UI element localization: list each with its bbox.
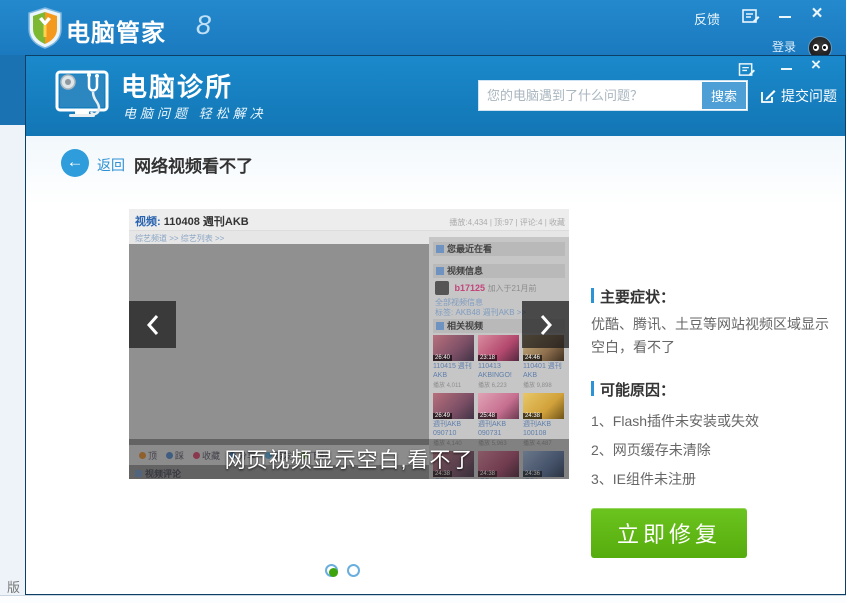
carousel-next-button[interactable] [522,301,569,348]
edit-icon [760,88,776,104]
symptoms-text: 优酷、腾讯、土豆等网站视频区域显示空白，看不了 [591,313,836,359]
screenshot-page-header: 视频: 110408 週刊AKB 播放:4,434 | 顶:97 | 评论:4 … [129,209,569,231]
carousel-pagination [325,564,360,577]
symptoms-heading: 主要症状： [591,286,675,307]
dialog-close-button[interactable]: × [806,56,826,74]
screenshot-info-bar: 视频信息 [433,264,565,278]
clinic-monitor-stethoscope-icon [51,66,113,126]
main-window-side-strip [0,55,25,125]
feedback-button[interactable]: 反馈 [694,9,720,28]
carousel-prev-button[interactable] [129,301,176,348]
app-root: 电脑管家 8 反馈 × 登录 版 [0,0,846,603]
back-arrow-icon: ← [67,152,84,171]
main-window-bottom-strip [0,595,846,603]
app-title: 电脑管家 [66,13,166,48]
report-icon[interactable] [742,8,760,24]
dialog-report-icon[interactable] [738,62,756,77]
main-titlebar: 电脑管家 8 反馈 × 登录 [0,0,846,55]
dialog-minimize-button[interactable] [776,58,796,74]
screenshot-tags: 标签: AKB48 週刊AKB >> [435,307,526,318]
clinic-subtitle: 电脑问题 轻松解决 [123,103,267,122]
causes-list: 1、Flash插件未安装或失效 2、网页缓存未清除 3、IE组件未注册 [591,407,759,494]
clinic-title: 电脑诊所 [121,67,233,104]
page-title: 网络视频看不了 [134,152,253,177]
screenshot-user: b17125 加入于21月前 [435,281,536,295]
pagination-dot-1[interactable] [325,564,338,577]
pc-clinic-dialog: 电脑诊所 电脑问题 轻松解决 搜索 提交问题 × [25,55,846,595]
close-button[interactable]: × [806,4,828,24]
search-button[interactable]: 搜索 [702,82,746,109]
back-button[interactable]: ← [61,149,89,177]
screenshot-video-title: 视频: 110408 週刊AKB [135,213,249,229]
dialog-header: 电脑诊所 电脑问题 轻松解决 搜索 提交问题 × [26,56,845,136]
caption-overlay: 网页视频显示空白,看不了 [129,439,569,479]
submit-question-label: 提交问题 [781,86,837,106]
app-title-version: 8 [196,10,211,41]
minimize-button[interactable] [774,6,796,24]
back-label[interactable]: 返回 [97,155,125,175]
cause-item: 3、IE组件未注册 [591,465,759,494]
video-thumb: 26:40110415 週刊AKB播放 4,011 [433,335,474,389]
causes-heading: 可能原因： [591,379,675,400]
chevron-left-icon [145,314,161,336]
fix-now-button[interactable]: 立即修复 [591,508,747,558]
chevron-right-icon [538,314,554,336]
cause-item: 2、网页缓存未清除 [591,436,759,465]
problem-screenshot-carousel: 视频: 110408 週刊AKB 播放:4,434 | 顶:97 | 评论:4 … [129,209,569,479]
login-link[interactable]: 登录 [772,38,796,55]
video-thumb: 23:18110413 AKBINGO!播放 6,223 [478,335,519,389]
cause-item: 1、Flash插件未安装或失效 [591,407,759,436]
version-text-fragment: 版 [7,577,20,596]
dialog-content: ← 返回 网络视频看不了 视频: 110408 週刊AKB 播放:4,434 |… [26,136,845,594]
submit-question-button[interactable]: 提交问题 [760,86,837,106]
search-input[interactable] [479,88,702,103]
search-box: 搜索 [478,80,748,111]
caption-text: 网页视频显示空白,看不了 [225,444,474,474]
screenshot-video-stats: 播放:4,434 | 顶:97 | 评论:4 | 收藏 [449,217,565,228]
pagination-dot-2[interactable] [347,564,360,577]
screenshot-recent-bar: 您最近在看 [433,242,565,256]
pc-manager-shield-icon [27,7,63,49]
